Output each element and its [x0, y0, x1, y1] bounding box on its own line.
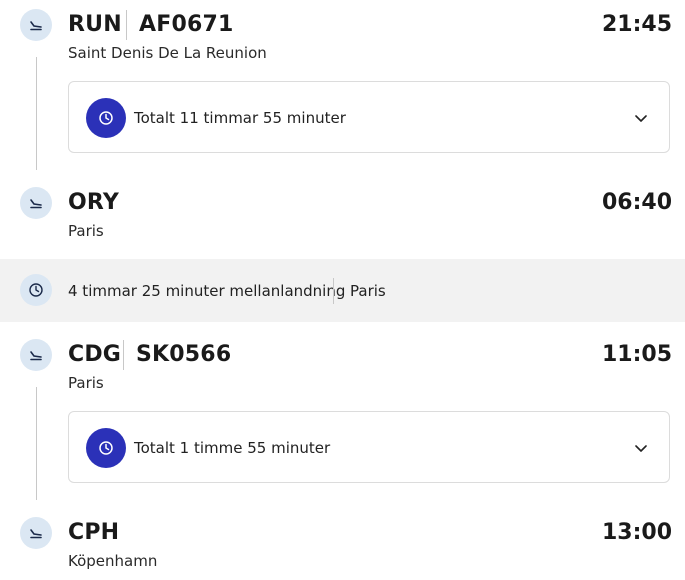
layover-duration: 4 timmar 25 minuter mellanlandning — [68, 282, 346, 300]
departure-airport-code: RUN — [68, 12, 122, 37]
flight-duration-card[interactable]: Totalt 1 timme 55 minuter — [68, 411, 670, 483]
total-duration-label: Totalt 1 timme 55 minuter — [134, 439, 331, 457]
arrival-city: Köpenhamn — [68, 552, 158, 570]
plane-landing-icon — [20, 187, 52, 219]
flight-number: AF0671 — [139, 12, 234, 37]
clock-icon — [86, 428, 126, 468]
plane-landing-icon — [20, 517, 52, 549]
arrival-city: Paris — [68, 222, 104, 240]
arrival-time: 06:40 — [601, 190, 672, 215]
divider — [333, 278, 334, 304]
divider — [123, 340, 124, 370]
flight-number: SK0566 — [136, 342, 232, 367]
departure-city: Saint Denis De La Reunion — [68, 44, 267, 62]
departure-time: 21:45 — [601, 12, 672, 37]
plane-landing-icon — [20, 9, 52, 41]
departure-airport-code: CDG — [68, 342, 122, 367]
timeline-line — [36, 57, 37, 170]
layover-bar: 4 timmar 25 minuter mellanlandning Paris — [0, 259, 685, 322]
departure-time: 11:05 — [601, 342, 672, 367]
clock-icon — [20, 274, 52, 306]
clock-icon — [86, 98, 126, 138]
arrival-airport-code: ORY — [68, 190, 119, 215]
flight-duration-card[interactable]: Totalt 11 timmar 55 minuter — [68, 81, 670, 153]
departure-city: Paris — [68, 374, 104, 392]
arrival-airport-code: CPH — [68, 520, 120, 545]
layover-city: Paris — [350, 282, 386, 300]
timeline-line — [36, 387, 37, 500]
chevron-down-icon[interactable] — [633, 110, 649, 126]
total-duration-label: Totalt 11 timmar 55 minuter — [134, 109, 346, 127]
plane-landing-icon — [20, 339, 52, 371]
divider — [126, 10, 127, 40]
chevron-down-icon[interactable] — [633, 440, 649, 456]
arrival-time: 13:00 — [601, 520, 672, 545]
